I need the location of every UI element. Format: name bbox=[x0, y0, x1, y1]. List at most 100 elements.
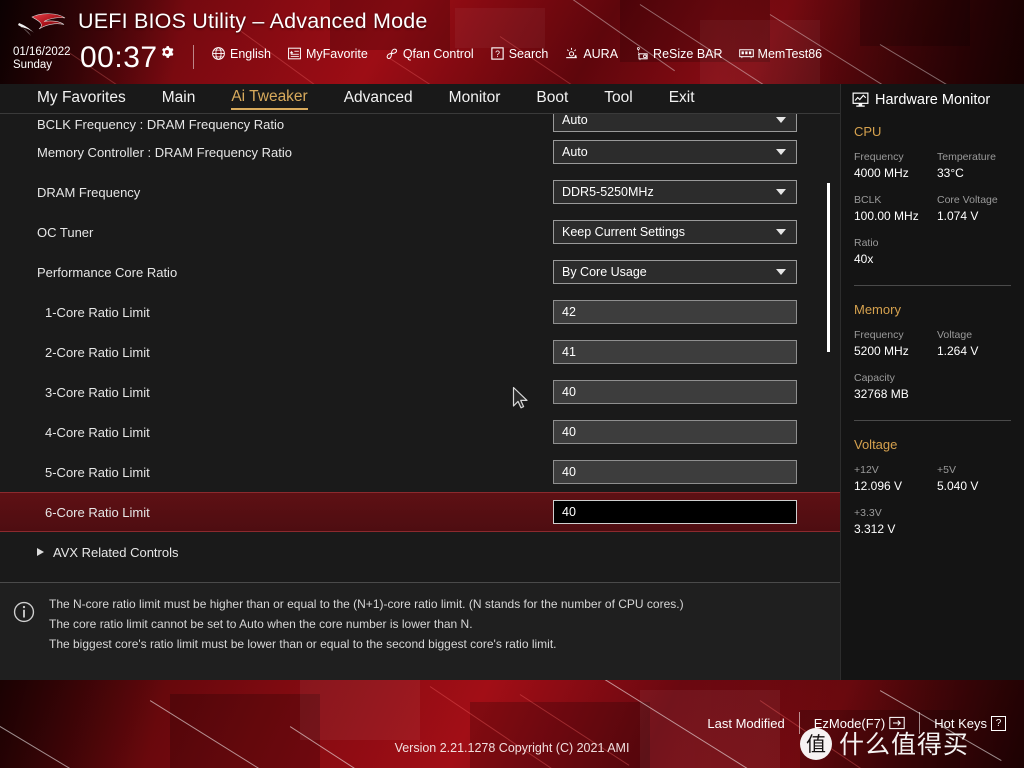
setting-row[interactable]: OC Tuner Keep Current Settings bbox=[0, 212, 840, 252]
watermark-glyph: 值 bbox=[800, 728, 832, 760]
setting-control: DDR5-5250MHz bbox=[553, 180, 797, 204]
header-toolbar: English MyFavorite Qfan Control ? Search… bbox=[211, 46, 822, 61]
input-value: 40 bbox=[562, 465, 576, 479]
toolbar-item-english[interactable]: English bbox=[211, 46, 271, 61]
setting-label: 1-Core Ratio Limit bbox=[45, 304, 150, 320]
hw-metric-label: +3.3V bbox=[854, 507, 882, 519]
input-value: 42 bbox=[562, 305, 576, 319]
hw-row: +12V 12.096 V +5V 5.040 V bbox=[854, 463, 1024, 495]
setting-row[interactable]: 4-Core Ratio Limit 40 bbox=[0, 412, 840, 452]
setting-row[interactable]: 2-Core Ratio Limit 41 bbox=[0, 332, 840, 372]
last-modified-button[interactable]: Last Modified bbox=[707, 716, 784, 731]
setting-control: 42 bbox=[553, 300, 797, 324]
hw-metric-label: Core Voltage bbox=[937, 194, 998, 206]
tab-ai-tweaker[interactable]: Ai Tweaker bbox=[231, 88, 308, 110]
setting-label: 2-Core Ratio Limit bbox=[45, 344, 150, 360]
hw-row: Frequency 5200 MHz Voltage 1.264 V bbox=[854, 328, 1024, 360]
hw-metric-value: 5.040 V bbox=[937, 479, 979, 493]
setting-row[interactable]: 5-Core Ratio Limit 40 bbox=[0, 452, 840, 492]
setting-row[interactable]: Memory Controller : DRAM Frequency Ratio… bbox=[0, 132, 840, 172]
help-line: The biggest core's ratio limit must be l… bbox=[49, 637, 557, 651]
value-input[interactable]: 40 bbox=[553, 500, 797, 524]
hw-metric-label: +12V bbox=[854, 464, 879, 476]
scrollbar-thumb[interactable] bbox=[827, 183, 830, 352]
setting-label: Performance Core Ratio bbox=[37, 264, 178, 280]
setting-row[interactable]: BCLK Frequency : DRAM Frequency Ratio Aut… bbox=[0, 114, 840, 132]
memory-stick-icon bbox=[738, 49, 754, 59]
hotkeys-badge: ? bbox=[991, 715, 1006, 731]
tab-monitor[interactable]: Monitor bbox=[449, 89, 501, 109]
dropdown-select[interactable]: By Core Usage bbox=[553, 260, 797, 284]
setting-control: 40 bbox=[553, 500, 797, 524]
toolbar-item-aura[interactable]: AURA bbox=[564, 46, 618, 61]
setting-row[interactable]: 1-Core Ratio Limit 42 bbox=[0, 292, 840, 332]
help-line: The N-core ratio limit must be higher th… bbox=[49, 597, 684, 611]
setting-control: By Core Usage bbox=[553, 260, 797, 284]
toolbar-item-search[interactable]: ? Search bbox=[490, 46, 549, 61]
hw-metric-value: 1.074 V bbox=[937, 209, 979, 223]
info-icon bbox=[13, 601, 35, 623]
aura-lamp-icon bbox=[566, 47, 578, 59]
toolbar-item-myfavorite[interactable]: MyFavorite bbox=[287, 46, 368, 61]
hw-metric-label: Frequency bbox=[854, 151, 904, 163]
tab-main[interactable]: Main bbox=[162, 89, 196, 109]
tab-my-favorites[interactable]: My Favorites bbox=[37, 89, 126, 109]
hw-metric-value: 40x bbox=[854, 252, 874, 266]
tab-advanced[interactable]: Advanced bbox=[344, 89, 413, 109]
settings-scrollbar[interactable] bbox=[826, 114, 830, 582]
system-clock: 00:37 bbox=[80, 41, 158, 74]
setting-row[interactable]: Performance Core Ratio By Core Usage bbox=[0, 252, 840, 292]
chevron-down-icon bbox=[776, 149, 786, 155]
setting-control: 40 bbox=[553, 420, 797, 444]
value-input[interactable]: 41 bbox=[553, 340, 797, 364]
input-value: 41 bbox=[562, 345, 576, 359]
toolbar-label: MemTest86 bbox=[757, 46, 823, 61]
value-input[interactable]: 40 bbox=[553, 420, 797, 444]
watermark-text: 什么值得买 bbox=[839, 729, 970, 759]
toolbar-label: Search bbox=[508, 46, 549, 61]
hw-row: +3.3V 3.312 V bbox=[854, 506, 1024, 538]
hw-metric: Core Voltage 1.074 V bbox=[937, 193, 1020, 225]
chevron-down-icon bbox=[776, 269, 786, 275]
weekday-text: Sunday bbox=[13, 58, 53, 71]
toolbar-item-resize-bar[interactable]: ReSize BAR bbox=[634, 46, 723, 61]
setting-row[interactable]: 3-Core Ratio Limit 40 bbox=[0, 372, 840, 412]
hw-row: Frequency 4000 MHz Temperature 33°C bbox=[854, 150, 1024, 182]
setting-control: Auto bbox=[553, 140, 797, 164]
setting-row[interactable]: DRAM Frequency DDR5-5250MHz bbox=[0, 172, 840, 212]
settings-list: BCLK Frequency : DRAM Frequency Ratio Aut… bbox=[0, 114, 840, 582]
dropdown-select[interactable]: DDR5-5250MHz bbox=[553, 180, 797, 204]
submenu-row[interactable]: AVX Related Controls bbox=[0, 532, 840, 572]
hw-row: BCLK 100.00 MHz Core Voltage 1.074 V bbox=[854, 193, 1024, 225]
value-input[interactable]: 40 bbox=[553, 460, 797, 484]
uefi-bios-screen: UEFI BIOS Utility – Advanced Mode 01/16/… bbox=[0, 0, 1024, 768]
dropdown-value: Keep Current Settings bbox=[562, 225, 685, 239]
setting-row[interactable]: 6-Core Ratio Limit 40 bbox=[0, 492, 840, 532]
hw-section-title: Voltage bbox=[854, 437, 898, 452]
setting-label: 6-Core Ratio Limit bbox=[45, 504, 150, 520]
rog-logo bbox=[18, 13, 66, 36]
dropdown-select[interactable]: Auto bbox=[553, 114, 797, 132]
input-value: 40 bbox=[562, 505, 576, 519]
setting-control: 41 bbox=[553, 340, 797, 364]
gear-icon[interactable] bbox=[160, 45, 174, 59]
hw-metric: Temperature 33°C bbox=[937, 150, 1020, 182]
date-text: 01/16/2022 bbox=[13, 46, 71, 58]
dropdown-select[interactable]: Auto bbox=[553, 140, 797, 164]
value-input[interactable]: 42 bbox=[553, 300, 797, 324]
setting-label: 3-Core Ratio Limit bbox=[45, 384, 150, 400]
gpu-card-icon bbox=[637, 47, 648, 61]
tab-exit[interactable]: Exit bbox=[669, 89, 695, 109]
fan-icon bbox=[386, 48, 397, 60]
value-input[interactable]: 40 bbox=[553, 380, 797, 404]
tab-boot[interactable]: Boot bbox=[536, 89, 568, 109]
toolbar-item-qfan-control[interactable]: Qfan Control bbox=[384, 46, 474, 61]
toolbar-label: AURA bbox=[583, 46, 619, 61]
dropdown-select[interactable]: Keep Current Settings bbox=[553, 220, 797, 244]
hw-metric-value: 3.312 V bbox=[854, 522, 896, 536]
hardware-monitor-header: Hardware Monitor bbox=[841, 84, 1024, 108]
question-box-icon: ? bbox=[491, 47, 504, 60]
toolbar-item-memtest86[interactable]: MemTest86 bbox=[738, 46, 823, 61]
tab-tool[interactable]: Tool bbox=[604, 89, 632, 109]
setting-label: 5-Core Ratio Limit bbox=[45, 464, 150, 480]
